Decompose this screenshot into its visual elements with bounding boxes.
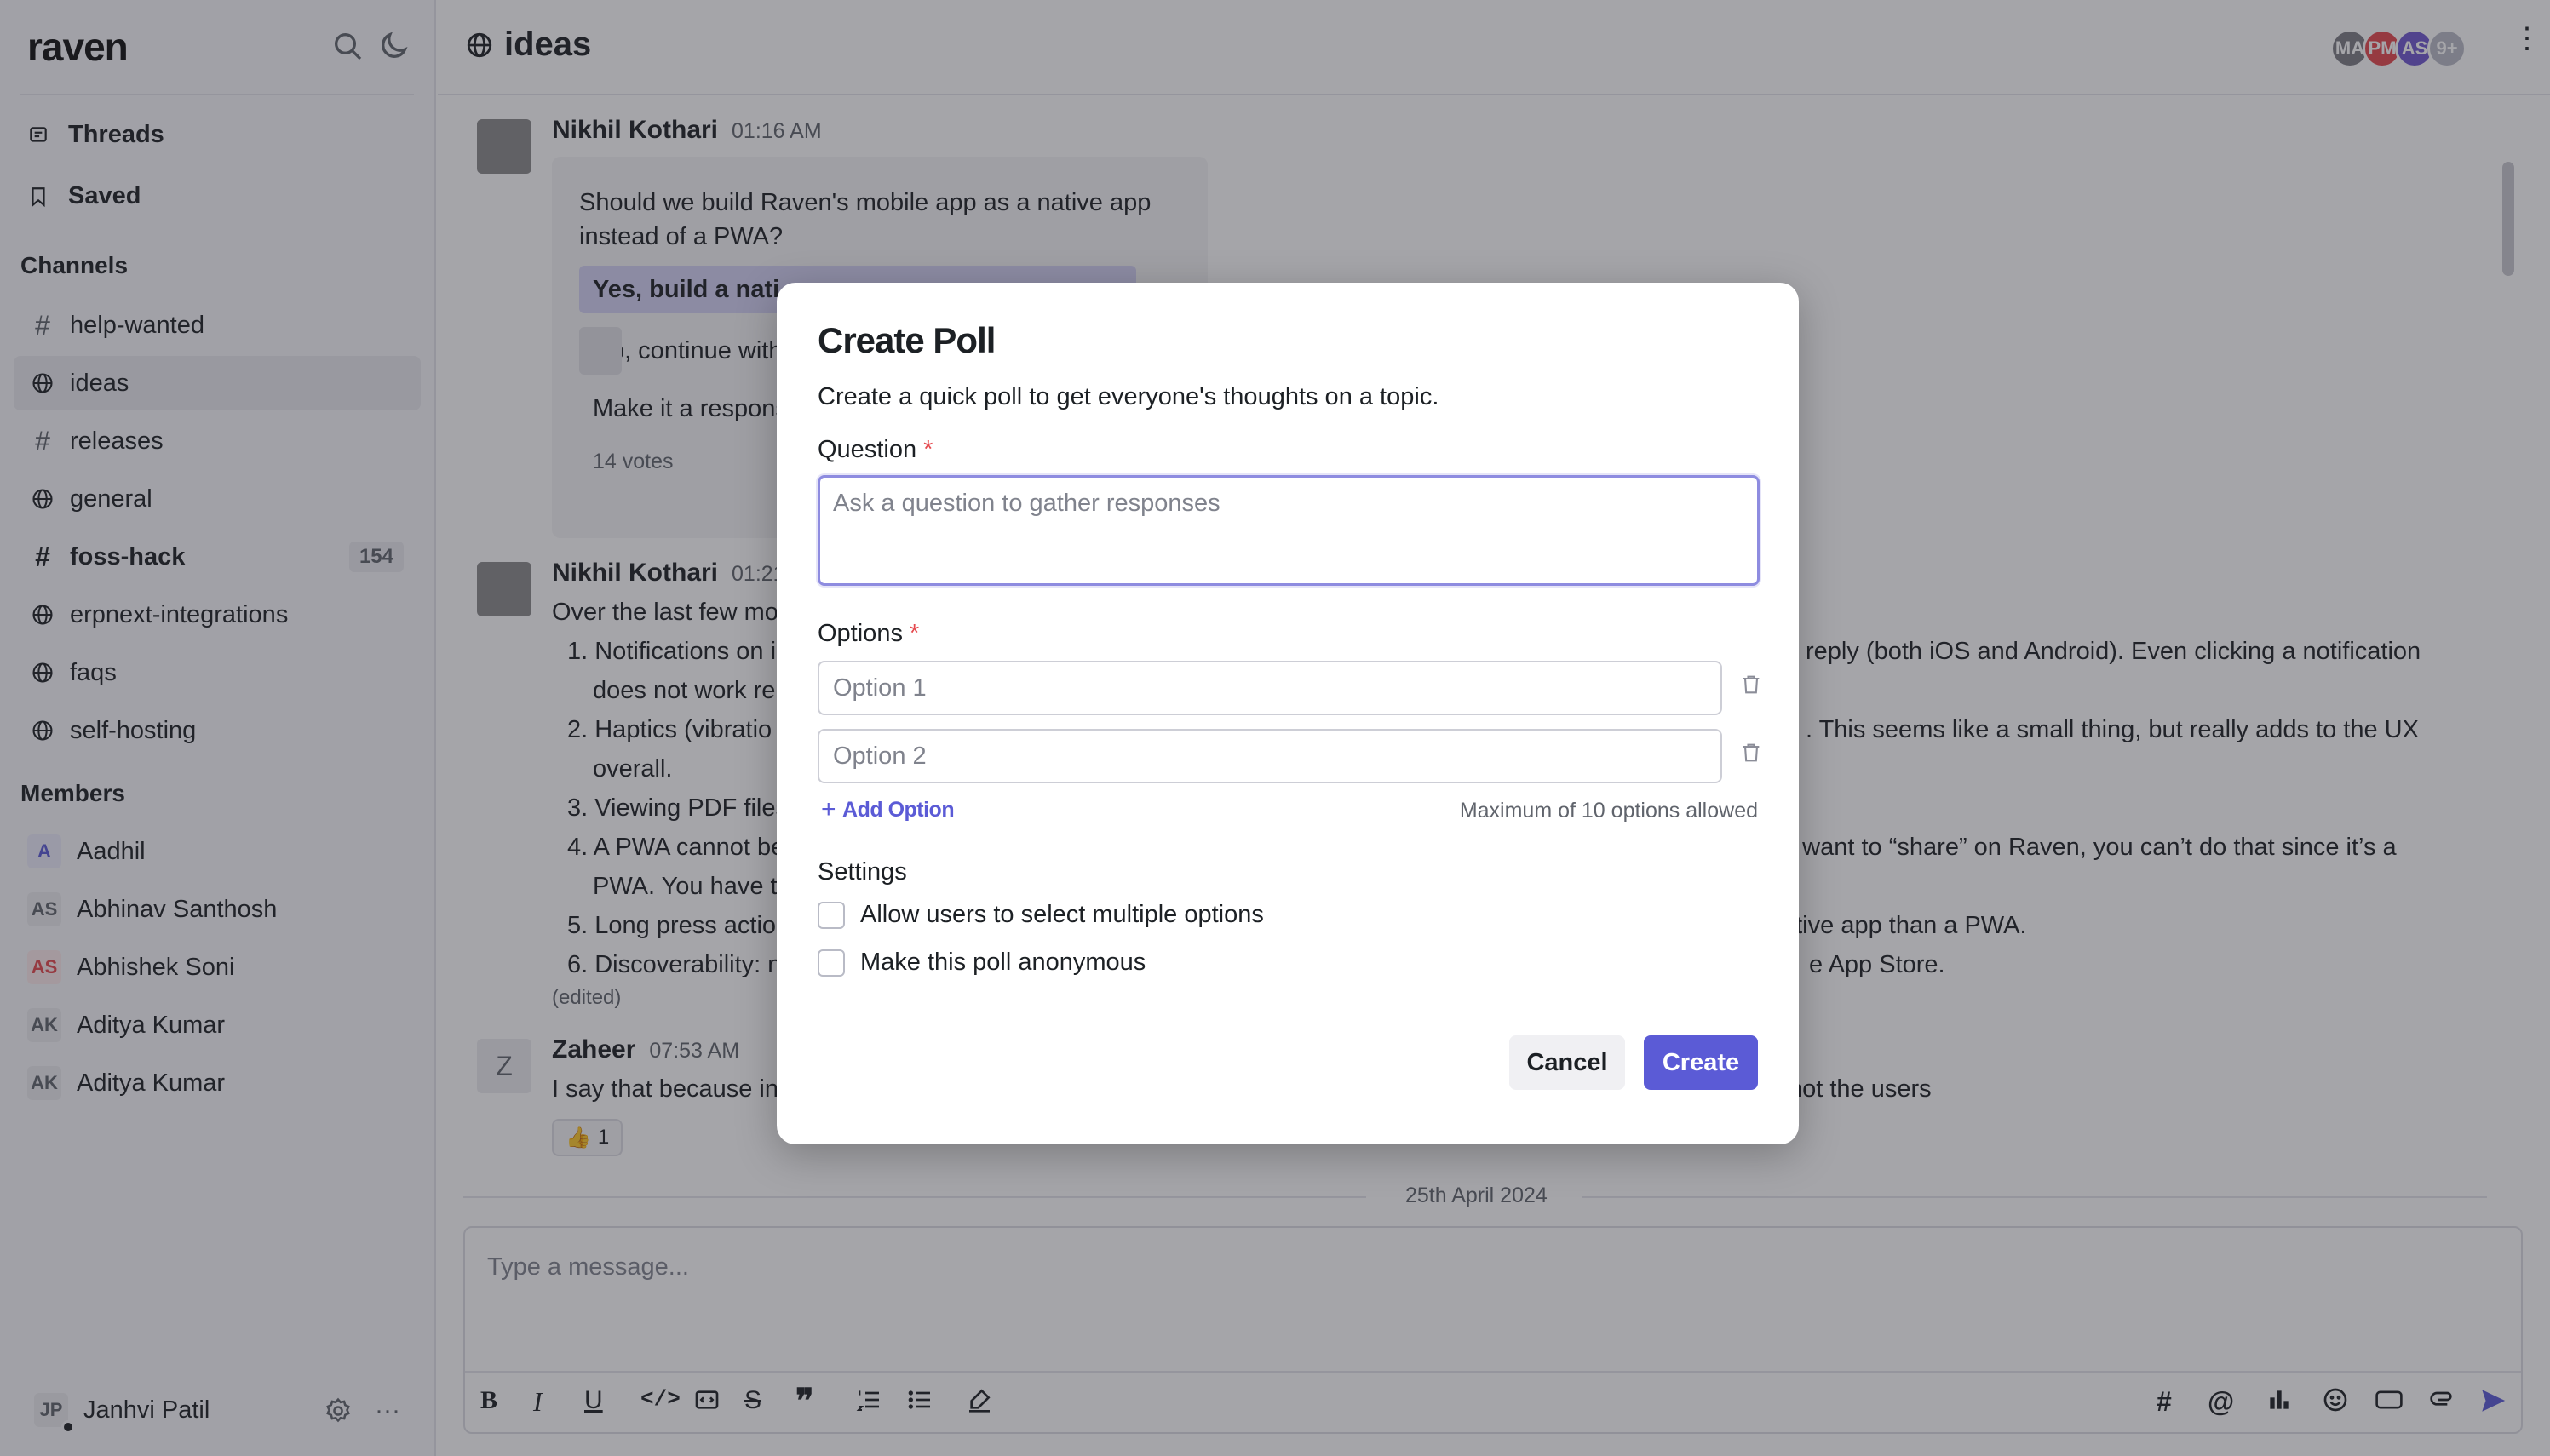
- trash-icon[interactable]: [1739, 741, 1763, 765]
- cancel-button[interactable]: Cancel: [1509, 1035, 1625, 1090]
- setting-label: Allow users to select multiple options: [860, 901, 1264, 928]
- max-options-note: Maximum of 10 options allowed: [1459, 799, 1758, 823]
- plus-icon: +: [821, 795, 836, 823]
- app: raven Threads Saved Channels # help-want…: [0, 0, 2550, 1456]
- question-label: Question *: [818, 436, 933, 464]
- setting-anonymous[interactable]: Make this poll anonymous: [818, 949, 1146, 977]
- dialog-description: Create a quick poll to get everyone's th…: [818, 383, 1439, 410]
- setting-label: Make this poll anonymous: [860, 949, 1146, 976]
- create-button[interactable]: Create: [1644, 1035, 1758, 1090]
- dialog-title: Create Poll: [818, 320, 996, 360]
- setting-multiple-options[interactable]: Allow users to select multiple options: [818, 901, 1264, 929]
- add-option-label: Add Option: [842, 797, 955, 822]
- add-option-button[interactable]: + Add Option: [821, 795, 955, 824]
- settings-label: Settings: [818, 858, 907, 886]
- option-2-input[interactable]: [818, 729, 1722, 783]
- option-1-input[interactable]: [818, 661, 1722, 715]
- create-poll-dialog: Create Poll Create a quick poll to get e…: [777, 283, 1799, 1144]
- options-label: Options *: [818, 620, 919, 648]
- checkbox[interactable]: [818, 901, 845, 929]
- required-mark: *: [909, 620, 920, 647]
- label-text: Question: [818, 436, 917, 463]
- trash-icon[interactable]: [1739, 673, 1763, 696]
- question-input[interactable]: [818, 475, 1760, 586]
- label-text: Options: [818, 620, 903, 647]
- checkbox[interactable]: [818, 949, 845, 977]
- required-mark: *: [923, 436, 933, 463]
